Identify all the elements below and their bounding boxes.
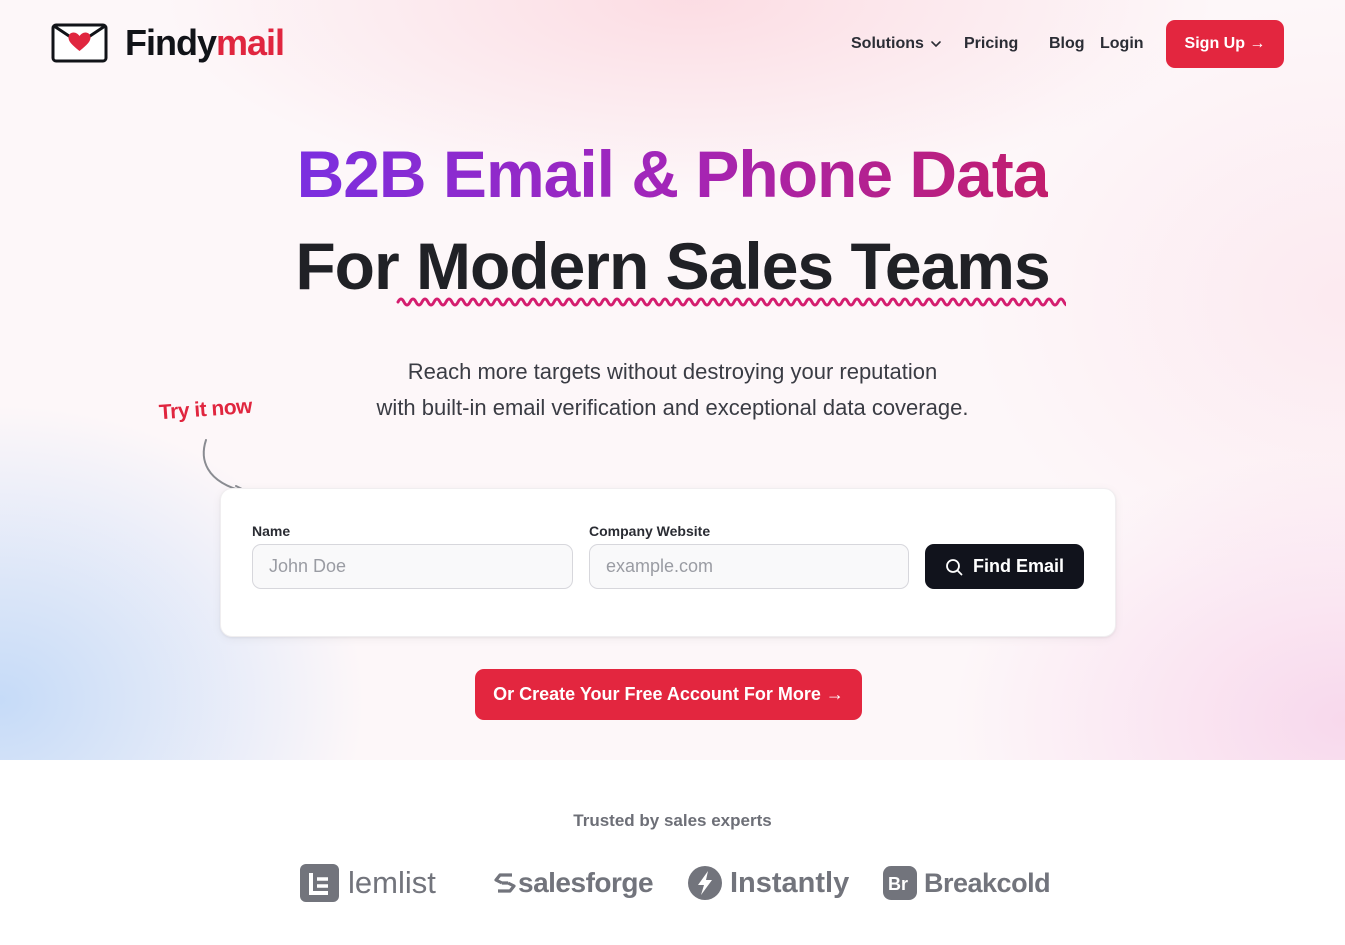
search-icon	[946, 558, 963, 575]
squiggle-underline-icon	[396, 297, 1066, 307]
subtitle-line-1: Reach more targets without destroying yo…	[407, 359, 938, 384]
trusted-heading: Trusted by sales experts	[573, 811, 772, 830]
chevron-down-icon	[931, 41, 941, 48]
headline-secondary: For Modern Sales Teams	[0, 228, 1345, 304]
breakcold-logo: Br Breakcold	[883, 864, 1051, 902]
lemlist-text: lemlist	[348, 865, 436, 900]
envelope-heart-icon	[51, 23, 108, 63]
salesforge-logo-icon	[494, 873, 516, 893]
svg-text:Br: Br	[888, 874, 908, 894]
find-email-button[interactable]: Find Email	[925, 544, 1084, 589]
breakcold-text: Breakcold	[924, 868, 1051, 898]
breakcold-br-icon: Br	[883, 866, 917, 900]
findymail-logo[interactable]: Findymail	[51, 22, 285, 63]
nav-solutions[interactable]: Solutions	[851, 34, 942, 54]
brand-name: Findymail	[125, 22, 285, 63]
headline-primary: B2B Email & Phone Data	[0, 136, 1345, 212]
headline-prefix: For	[295, 229, 416, 303]
instantly-bolt-icon	[688, 866, 722, 900]
name-label: Name	[252, 523, 291, 539]
headline-gradient-text: B2B Email & Phone Data	[296, 137, 1050, 211]
salesforge-text: salesforge	[518, 867, 654, 898]
company-website-label: Company Website	[589, 523, 711, 539]
name-input[interactable]	[252, 544, 573, 589]
nav-solutions-label: Solutions	[851, 35, 924, 52]
company-website-input[interactable]	[589, 544, 909, 589]
headline-underlined: Modern Sales Teams	[415, 229, 1051, 303]
create-account-button[interactable]: Or Create Your Free Account For More →	[475, 669, 862, 720]
instantly-logo: Instantly	[687, 864, 849, 902]
nav-login[interactable]: Login	[1100, 34, 1144, 54]
instantly-text: Instantly	[730, 867, 850, 899]
find-email-label: Find Email	[972, 556, 1064, 576]
lemlist-logo: lemlist	[300, 864, 436, 902]
salesforge-logo: salesforge	[494, 864, 654, 902]
lemlist-logo-icon	[300, 864, 339, 902]
nav-blog[interactable]: Blog	[1049, 34, 1085, 54]
nav-pricing[interactable]: Pricing	[964, 34, 1018, 54]
sign-up-button[interactable]: Sign Up →	[1166, 20, 1284, 68]
